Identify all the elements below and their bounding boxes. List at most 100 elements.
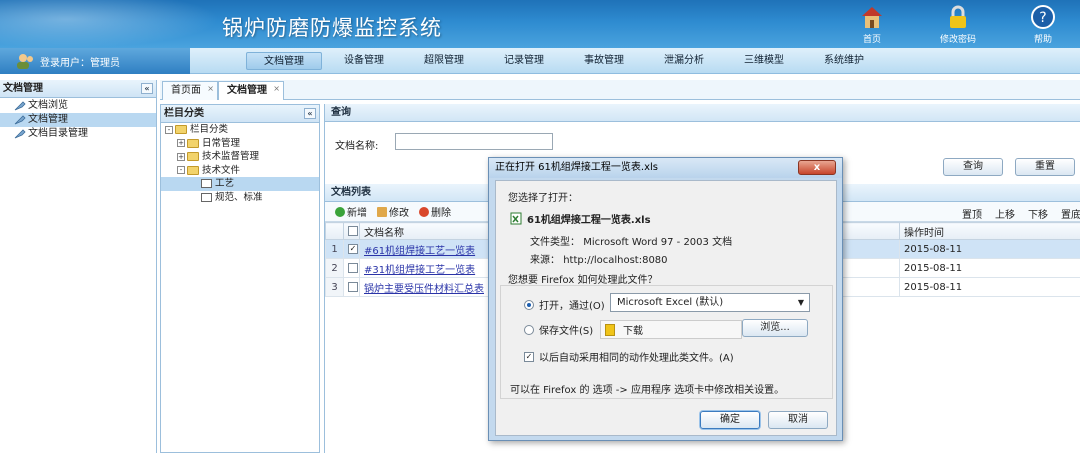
delete-button[interactable]: 删除 (419, 204, 451, 219)
settings-hint: 可以在 Firefox 的 选项 -> 应用程序 选项卡中修改相关设置。 (510, 385, 785, 396)
chevron-down-icon: ▼ (797, 298, 804, 307)
menu-leak-analysis[interactable]: 泄漏分析 (646, 52, 722, 70)
left-panel: 文档管理 « 文档浏览 文档管理 文档目录管理 (0, 80, 157, 453)
menu-accident-management[interactable]: 事故管理 (566, 52, 642, 70)
ok-button[interactable]: 确定 (700, 411, 760, 429)
pin-icon (14, 115, 26, 125)
cancel-button[interactable]: 取消 (768, 411, 828, 429)
save-file-option[interactable]: 保存文件(S) (524, 322, 593, 337)
svg-text:?: ? (1039, 10, 1046, 26)
time-cell: 2015-08-11 (899, 239, 1080, 259)
home-button[interactable]: 首页 (842, 4, 902, 45)
document-link[interactable]: #61机组焊接工艺一览表 (364, 246, 475, 257)
document-icon (201, 192, 212, 202)
category-panel: 栏目分类 « - 栏目分类 + 日常管理 + 技术监督管理 - 技术文件 工艺 规范、标… (160, 104, 320, 453)
document-icon (201, 179, 212, 189)
dialog-close-button[interactable]: x (798, 160, 836, 175)
edit-button[interactable]: 修改 (377, 204, 409, 219)
move-bottom-button[interactable]: 置底 (1061, 206, 1080, 221)
tab-home-page[interactable]: 首页面 × (162, 81, 218, 100)
download-folder-icon (605, 323, 615, 336)
folder-icon (187, 165, 199, 175)
change-password-button[interactable]: 修改密码 (928, 4, 988, 45)
checkbox-checked-icon[interactable]: ✓ (348, 243, 358, 254)
reset-button[interactable]: 重置 (1015, 158, 1075, 176)
order-buttons: 置顶 上移 下移 置底 (949, 206, 1080, 221)
open-file-dialog: 正在打开 61机组焊接工程一览表.xls x 您选择了打开： 61机组焊接工程一… (488, 157, 843, 441)
menu-3d-model[interactable]: 三维模型 (726, 52, 802, 70)
help-icon: ? (1031, 5, 1055, 29)
dialog-body: 您选择了打开： 61机组焊接工程一览表.xls 文件类型： Microsoft … (495, 180, 837, 436)
tree-node-tech-files[interactable]: - 技术文件 (161, 164, 319, 178)
move-top-button[interactable]: 置顶 (962, 206, 982, 221)
left-panel-header: 文档管理 « (0, 80, 156, 98)
document-link[interactable]: #31机组焊接工艺一览表 (364, 265, 475, 276)
lock-icon (950, 5, 966, 28)
help-button[interactable]: ? 帮助 (1013, 4, 1073, 45)
file-name-row: 61机组焊接工程一览表.xls (510, 211, 651, 226)
category-panel-header: 栏目分类 « (161, 105, 319, 123)
menu-record-management[interactable]: 记录管理 (486, 52, 562, 70)
open-with-option[interactable]: 打开，通过(O) (524, 297, 605, 312)
checkbox[interactable] (348, 225, 358, 236)
move-down-button[interactable]: 下移 (1028, 206, 1048, 221)
collapse-category-button[interactable]: « (304, 108, 316, 119)
delete-icon (419, 206, 429, 217)
search-button[interactable]: 查询 (943, 158, 1003, 176)
document-name-label: 文档名称: (335, 141, 379, 152)
banner-glow (0, 0, 220, 48)
close-tab-icon[interactable]: × (273, 80, 280, 97)
application-select[interactable]: Microsoft Excel (默认) ▼ (610, 293, 810, 312)
document-link[interactable]: 锅炉主要受压件材料汇总表 (364, 284, 484, 295)
home-icon (862, 7, 882, 28)
menu-system-maintenance[interactable]: 系统维护 (806, 52, 882, 70)
radio-selected[interactable] (524, 299, 534, 310)
chosen-label: 您选择了打开： (508, 193, 578, 204)
close-tab-icon[interactable]: × (207, 80, 214, 97)
row-number: 3 (325, 277, 344, 297)
row-number: 2 (325, 258, 344, 278)
tree-node-supervision[interactable]: + 技术监督管理 (161, 150, 319, 164)
question-label: 您想要 Firefox 如何处理此文件？ (508, 275, 658, 286)
tree-node-process[interactable]: 工艺 (161, 177, 319, 191)
sidebar-item-document-browse[interactable]: 文档浏览 (0, 99, 156, 113)
checkbox-checked-icon[interactable]: ✓ (524, 351, 534, 362)
main-nav: 登录用户：管理员 文档管理 设备管理 超限管理 记录管理 事故管理 泄漏分析 三… (0, 48, 1080, 74)
download-folder-field: 下载 (600, 320, 742, 339)
time-cell: 2015-08-11 (899, 277, 1080, 297)
expand-node-icon[interactable]: + (177, 139, 185, 148)
document-name-input[interactable] (395, 133, 553, 150)
add-button[interactable]: 新增 (335, 204, 367, 219)
tree-node-daily[interactable]: + 日常管理 (161, 137, 319, 151)
menu-overlimit-management[interactable]: 超限管理 (406, 52, 482, 70)
tab-document-management[interactable]: 文档管理 × (218, 81, 284, 100)
row-checkbox[interactable] (343, 258, 360, 278)
tree-node-root[interactable]: - 栏目分类 (161, 123, 319, 137)
menu-document-management[interactable]: 文档管理 (246, 52, 322, 70)
file-name: 61机组焊接工程一览表.xls (527, 215, 651, 226)
folder-icon (187, 152, 199, 162)
row-number-header (325, 222, 344, 240)
menu-equipment-management[interactable]: 设备管理 (326, 52, 402, 70)
row-checkbox[interactable] (343, 277, 360, 297)
auto-action-checkbox[interactable]: ✓ 以后自动采用相同的动作处理此类文件。(A) (524, 349, 734, 364)
move-up-button[interactable]: 上移 (995, 206, 1015, 221)
checkbox[interactable] (348, 281, 358, 292)
collapse-left-panel-button[interactable]: « (141, 83, 153, 94)
sidebar-item-document-management[interactable]: 文档管理 (0, 113, 156, 127)
browse-button[interactable]: 浏览... (742, 319, 808, 337)
column-header-time[interactable]: 操作时间 (899, 222, 1080, 240)
add-icon (335, 206, 345, 217)
expand-node-icon[interactable]: + (177, 152, 185, 161)
tree-node-standards[interactable]: 规范、标准 (161, 191, 319, 205)
pin-icon (14, 129, 26, 139)
row-checkbox[interactable]: ✓ (343, 239, 360, 259)
edit-icon (377, 206, 387, 217)
radio-unselected[interactable] (524, 324, 534, 335)
folder-icon (175, 125, 187, 135)
checkbox[interactable] (348, 262, 358, 273)
select-all-checkbox[interactable] (343, 222, 360, 240)
sidebar-item-document-catalog[interactable]: 文档目录管理 (0, 127, 156, 141)
collapse-node-icon[interactable]: - (177, 166, 185, 175)
collapse-node-icon[interactable]: - (165, 125, 173, 134)
